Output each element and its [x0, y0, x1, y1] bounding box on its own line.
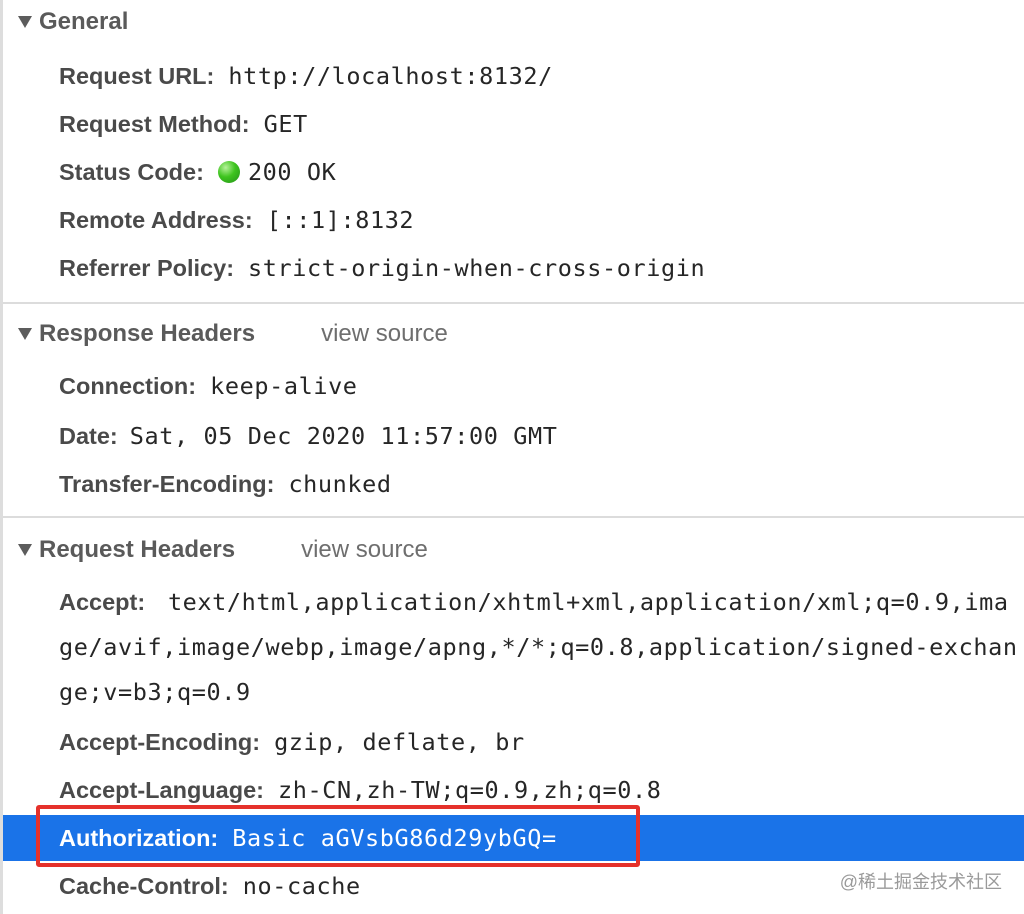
header-value: 200 OK: [247, 158, 337, 186]
header-row-accept-encoding[interactable]: Accept-Encoding: gzip, deflate, br: [3, 719, 1024, 765]
header-row-date[interactable]: Date: Sat, 05 Dec 2020 11:57:00 GMT: [3, 413, 1024, 459]
header-value: strict-origin-when-cross-origin: [248, 254, 706, 282]
response-view-source-link[interactable]: view source: [321, 320, 448, 348]
header-value: text/html,application/xhtml+xml,applicat…: [59, 588, 1018, 706]
header-key: Authorization:: [59, 824, 219, 851]
header-value: http://localhost:8132/: [228, 62, 553, 90]
header-key: Status Code:: [59, 158, 204, 185]
header-key: Date:: [59, 422, 118, 449]
header-value: no-cache: [242, 872, 361, 900]
general-section: General Request URL: http://localhost:81…: [3, 0, 1024, 300]
header-row-connection[interactable]: Connection: keep-alive: [3, 363, 1024, 409]
header-key: Cache-Control:: [59, 872, 229, 899]
header-value: [::1]:8132: [266, 206, 415, 234]
response-headers-title: Response Headers: [39, 320, 256, 347]
header-key: Accept-Encoding:: [59, 728, 261, 755]
header-value: gzip, deflate, br: [274, 728, 525, 756]
request-view-source-link[interactable]: view source: [301, 536, 428, 564]
response-headers-section-header[interactable]: Response Headers view source: [3, 314, 448, 354]
header-value: GET: [263, 110, 308, 138]
header-value: Sat, 05 Dec 2020 11:57:00 GMT: [129, 422, 558, 450]
header-value: chunked: [288, 470, 392, 498]
header-row-request-method[interactable]: Request Method: GET: [3, 101, 1024, 147]
header-value: Basic aGVsbG86d29ybGQ=: [232, 824, 557, 852]
collapse-triangle-icon[interactable]: [18, 16, 32, 28]
header-row-accept[interactable]: Accept: text/html,application/xhtml+xml,…: [59, 580, 1019, 715]
header-row-authorization[interactable]: Authorization: Basic aGVsbG86d29ybGQ=: [3, 815, 1024, 861]
collapse-triangle-icon[interactable]: [18, 544, 32, 556]
header-key: Connection:: [59, 372, 197, 399]
header-key: Transfer-Encoding:: [59, 470, 275, 497]
header-row-transfer-encoding[interactable]: Transfer-Encoding: chunked: [3, 461, 1024, 507]
header-key: Accept-Language:: [59, 776, 264, 803]
header-key: Accept:: [59, 589, 146, 615]
header-value: zh-CN,zh-TW;q=0.9,zh;q=0.8: [278, 776, 662, 804]
response-headers-section: Response Headers view source Connection:…: [3, 304, 1024, 516]
collapse-triangle-icon[interactable]: [18, 328, 32, 340]
watermark: @稀土掘金技术社区: [839, 872, 1002, 892]
header-key: Request URL:: [59, 62, 215, 89]
header-row-referrer-policy[interactable]: Referrer Policy: strict-origin-when-cros…: [3, 245, 1024, 291]
header-row-status-code[interactable]: Status Code: 200 OK: [3, 149, 1024, 195]
request-headers-section-header[interactable]: Request Headers view source: [3, 530, 428, 570]
general-section-header[interactable]: General: [3, 2, 128, 42]
header-key: Request Method:: [59, 110, 250, 137]
request-headers-title: Request Headers: [39, 536, 236, 563]
general-section-title: General: [39, 8, 129, 35]
header-key: Remote Address:: [59, 206, 253, 233]
header-key: Referrer Policy:: [59, 254, 235, 281]
request-headers-section: Request Headers view source Accept: text…: [3, 518, 1024, 914]
header-row-remote-address[interactable]: Remote Address: [::1]:8132: [3, 197, 1024, 243]
header-row-request-url[interactable]: Request URL: http://localhost:8132/: [3, 53, 1024, 99]
status-ok-icon: [217, 161, 240, 183]
header-value: keep-alive: [210, 372, 358, 400]
header-row-accept-language[interactable]: Accept-Language: zh-CN,zh-TW;q=0.9,zh;q=…: [3, 767, 1024, 813]
